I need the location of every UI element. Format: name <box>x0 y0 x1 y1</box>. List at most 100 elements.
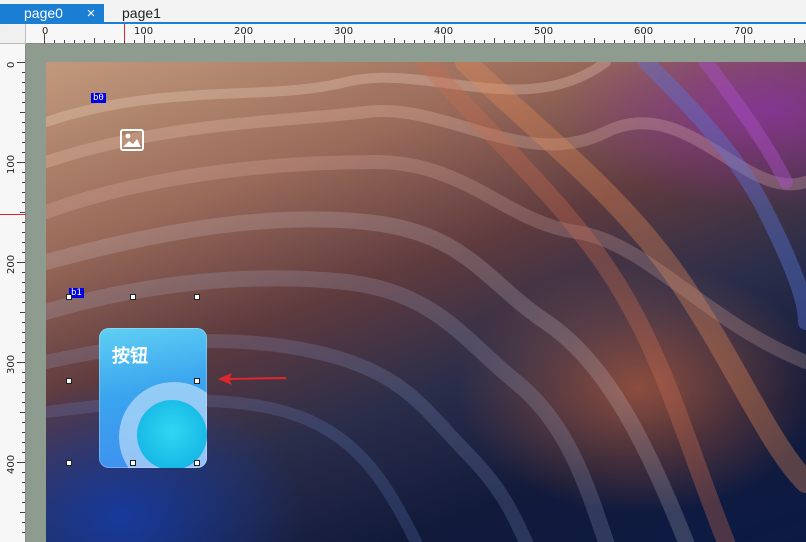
ruler-tick <box>404 40 405 43</box>
ruler-tick <box>194 38 195 43</box>
ruler-left-label: 0 <box>6 61 17 68</box>
ruler-tick <box>64 40 65 43</box>
resize-handle-bottom-left[interactable] <box>66 460 72 466</box>
ruler-tick <box>20 212 25 213</box>
ruler-tick <box>17 62 25 63</box>
ruler-tick <box>54 40 55 43</box>
editor-window: page0 × page1 0 100 200 300 400 500 600 … <box>0 0 806 542</box>
resize-handle-top[interactable] <box>130 294 136 300</box>
ruler-tick <box>22 82 25 83</box>
ruler-tick <box>604 40 605 43</box>
ruler-tick <box>394 38 395 43</box>
ruler-tick <box>22 352 25 353</box>
page-canvas[interactable]: b0 b1 按钮 <box>46 62 806 542</box>
ruler-tick <box>464 40 465 43</box>
design-workspace[interactable]: b0 b1 按钮 <box>26 44 806 542</box>
ruler-tick <box>94 38 95 43</box>
button-decoration-circle <box>137 400 207 468</box>
ruler-tick <box>22 152 25 153</box>
resize-handle-right[interactable] <box>194 378 200 384</box>
tab-page0[interactable]: page0 × <box>0 4 104 22</box>
ruler-tick <box>22 282 25 283</box>
ruler-tick <box>664 40 665 43</box>
ruler-tick <box>594 38 595 43</box>
image-icon <box>120 129 144 151</box>
ruler-left-label: 100 <box>6 154 17 174</box>
ruler-tick <box>724 40 725 43</box>
ruler-tick <box>654 40 655 43</box>
ruler-tick <box>254 40 255 43</box>
resize-handle-left[interactable] <box>66 378 72 384</box>
ruler-tick <box>534 40 535 43</box>
ruler-tick <box>504 40 505 43</box>
ruler-left-label: 300 <box>6 354 17 374</box>
ruler-tick <box>22 252 25 253</box>
ruler-tick <box>20 512 25 513</box>
ruler-tick <box>544 35 545 43</box>
ruler-tick <box>22 392 25 393</box>
ruler-tick <box>424 40 425 43</box>
ruler-tick <box>474 40 475 43</box>
ruler-tick <box>22 432 25 433</box>
ruler-tick <box>17 162 25 163</box>
resize-handle-top-right[interactable] <box>194 294 200 300</box>
ruler-tick <box>22 272 25 273</box>
ruler-tick <box>74 40 75 43</box>
ruler-tick <box>344 35 345 43</box>
ruler-tick <box>214 40 215 43</box>
ruler-tick <box>574 40 575 43</box>
ruler-tick <box>184 40 185 43</box>
ruler-tick <box>274 40 275 43</box>
ruler-tick <box>154 40 155 43</box>
ruler-tick <box>764 40 765 43</box>
page-tab-strip: page0 × page1 <box>0 0 806 24</box>
ruler-tick <box>22 422 25 423</box>
ruler-tick <box>44 35 45 43</box>
ruler-tick <box>374 40 375 43</box>
ruler-tick <box>734 40 735 43</box>
ruler-tick <box>104 40 105 43</box>
ruler-tick <box>324 40 325 43</box>
tab-page0-label: page0 <box>24 5 63 21</box>
ruler-tick <box>22 382 25 383</box>
ruler-tick <box>264 40 265 43</box>
ruler-tick <box>684 40 685 43</box>
ruler-tick <box>20 412 25 413</box>
ruler-tick <box>22 342 25 343</box>
ruler-tick <box>174 40 175 43</box>
resize-handle-bottom[interactable] <box>130 460 136 466</box>
ruler-tick <box>364 40 365 43</box>
ruler-tick <box>22 332 25 333</box>
ruler-tick <box>22 292 25 293</box>
ruler-tick <box>744 35 745 43</box>
ruler-selection-marker <box>0 214 26 215</box>
image-component-b0[interactable] <box>119 128 145 152</box>
ruler-tick <box>314 40 315 43</box>
ruler-tick <box>714 40 715 43</box>
ruler-tick <box>614 40 615 43</box>
tab-page1[interactable]: page1 <box>112 4 192 22</box>
ruler-tick <box>674 40 675 43</box>
ruler-tick <box>234 40 235 43</box>
ruler-tick <box>22 492 25 493</box>
ruler-tick <box>144 35 145 43</box>
ruler-tick <box>454 40 455 43</box>
component-label-b0: b0 <box>91 93 106 103</box>
ruler-left-label: 200 <box>6 254 17 274</box>
ruler-tick <box>20 112 25 113</box>
ruler-tick <box>554 40 555 43</box>
ruler-tick <box>494 38 495 43</box>
ruler-tick <box>514 40 515 43</box>
resize-handle-top-left[interactable] <box>66 294 72 300</box>
ruler-tick <box>294 38 295 43</box>
ruler-tick <box>644 35 645 43</box>
ruler-tick <box>22 452 25 453</box>
ruler-left-label: 400 <box>6 454 17 474</box>
button-component-b1[interactable]: 按钮 <box>99 328 207 468</box>
resize-handle-bottom-right[interactable] <box>194 460 200 466</box>
annotation-arrow-icon <box>218 373 287 385</box>
ruler-tick <box>414 40 415 43</box>
ruler-tick <box>784 40 785 43</box>
close-icon[interactable]: × <box>82 4 100 22</box>
ruler-tick <box>22 232 25 233</box>
